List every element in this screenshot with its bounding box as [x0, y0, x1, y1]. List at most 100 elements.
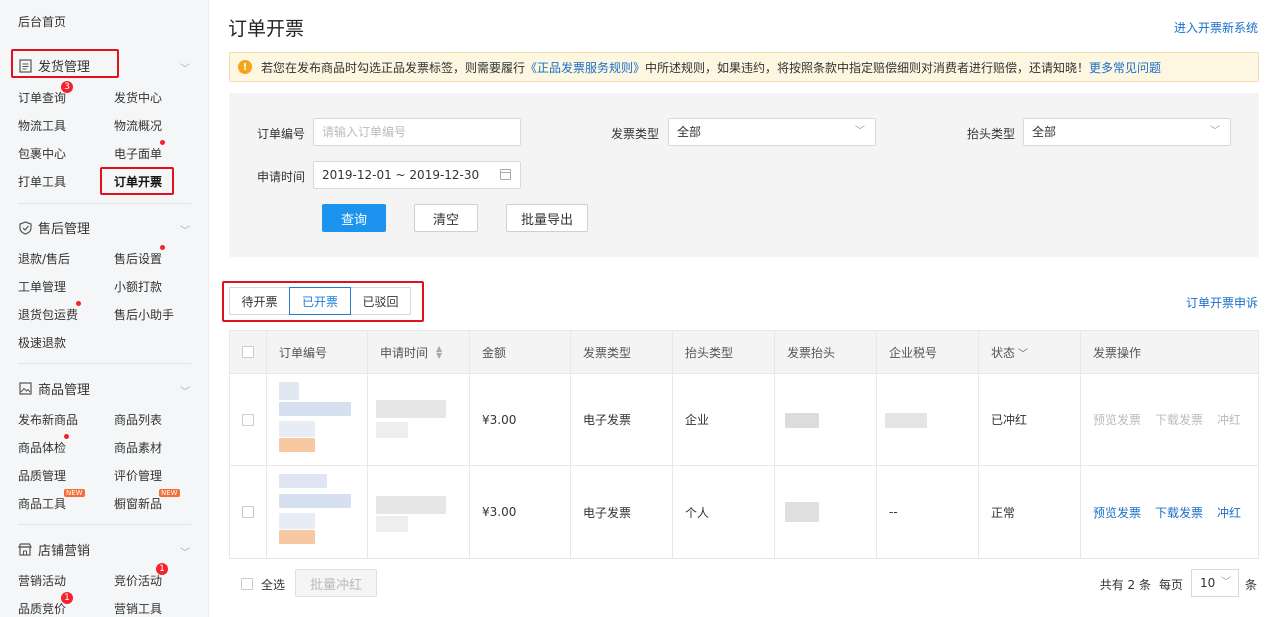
- notice-text: 若您在发布商品时勾选正品发票标签，则需要履行: [261, 60, 526, 75]
- invoice-type-value: 全部: [677, 125, 702, 139]
- column-header-sortable[interactable]: 申请时间 ▲ ▼: [368, 331, 470, 373]
- clear-button[interactable]: 清空: [414, 204, 478, 232]
- sidebar-item-work-orders[interactable]: 工单管理: [18, 278, 66, 295]
- invoice-type-cell: 电子发票: [571, 374, 673, 465]
- notification-dot: [160, 140, 165, 145]
- sort-icon: ▲ ▼: [436, 344, 443, 360]
- sidebar-item-order-query[interactable]: 订单查询: [18, 89, 66, 106]
- sidebar-item-package-center[interactable]: 包裹中心: [18, 145, 66, 162]
- invoice-type-select[interactable]: 全部 ﹀: [668, 118, 876, 146]
- blurred-text: [279, 494, 351, 508]
- sidebar-item-after-sales-settings[interactable]: 售后设置: [114, 250, 162, 267]
- new-invoice-system-link[interactable]: 进入开票新系统: [1174, 19, 1258, 36]
- sidebar-item-logistics-tools[interactable]: 物流工具: [18, 117, 66, 134]
- preview-invoice-link[interactable]: 预览发票: [1093, 504, 1141, 521]
- row-checkbox[interactable]: [242, 413, 254, 426]
- notification-badge: 1: [61, 592, 73, 604]
- order-no-input[interactable]: 请输入订单编号: [313, 118, 521, 146]
- sidebar-item-print-tools[interactable]: 打单工具: [18, 173, 66, 190]
- invoice-rule-link[interactable]: 《正品发票服务规则》: [525, 59, 645, 76]
- apply-time-value: 2019-12-01 ~ 2019-12-30: [322, 168, 480, 182]
- header-checkbox-cell: [230, 331, 267, 373]
- invoice-type-cell: 电子发票: [571, 466, 673, 558]
- order-no-cell: [267, 374, 368, 465]
- invoice-title-cell: [775, 466, 877, 558]
- sidebar-item-fast-refund[interactable]: 极速退款: [18, 334, 66, 351]
- batch-export-button[interactable]: 批量导出: [506, 204, 588, 232]
- sidebar-item-shipping-center[interactable]: 发货中心: [114, 89, 162, 106]
- sidebar-item-logistics-overview[interactable]: 物流概况: [114, 117, 162, 134]
- tax-no-cell: --: [877, 466, 979, 558]
- sidebar-item-e-waybill[interactable]: 电子面单: [114, 145, 162, 162]
- sidebar-section-products[interactable]: 商品管理: [18, 379, 90, 398]
- blurred-text: [279, 513, 315, 529]
- sidebar-item-product-list[interactable]: 商品列表: [114, 411, 162, 428]
- red-reverse-link[interactable]: 冲红: [1217, 504, 1241, 521]
- sidebar-item-marketing-activities[interactable]: 营销活动: [18, 572, 66, 589]
- blurred-text: [376, 422, 408, 438]
- shield-check-icon: [18, 220, 32, 235]
- download-invoice-link[interactable]: 下载发票: [1155, 504, 1203, 521]
- select-all-checkbox[interactable]: [242, 346, 254, 358]
- highlight-box: [11, 49, 119, 78]
- sidebar-item-product-tools[interactable]: 商品工具: [18, 495, 66, 512]
- sidebar-item-quality-bidding[interactable]: 品质竞价: [18, 600, 66, 617]
- tax-no-cell: [877, 374, 979, 465]
- batch-red-reverse-button[interactable]: 批量冲红: [295, 569, 377, 597]
- notification-badge: 3: [61, 81, 73, 93]
- row-checkbox[interactable]: [242, 506, 254, 518]
- title-type-select[interactable]: 全部 ﹀: [1023, 118, 1231, 146]
- sidebar-item-product-check[interactable]: 商品体检: [18, 439, 66, 456]
- amount-cell: ¥3.00: [470, 374, 571, 465]
- sidebar-item-after-sales-assistant[interactable]: 售后小助手: [114, 306, 174, 323]
- sidebar-section-after-sales[interactable]: 售后管理: [18, 218, 90, 237]
- divider: [18, 524, 191, 525]
- tab-issued[interactable]: 已开票: [289, 287, 351, 315]
- sidebar-section-title: 店铺营销: [38, 544, 91, 559]
- download-invoice-link[interactable]: 下载发票: [1155, 411, 1203, 428]
- sidebar-item-review-management[interactable]: 评价管理: [114, 467, 162, 484]
- notification-dot: [160, 245, 165, 250]
- sidebar-item-marketing-tools[interactable]: 营销工具: [114, 600, 162, 617]
- sidebar-section-marketing[interactable]: 店铺营销: [18, 540, 90, 559]
- preview-invoice-link[interactable]: 预览发票: [1093, 411, 1141, 428]
- column-header: 发票操作: [1093, 345, 1142, 360]
- apply-time-range-picker[interactable]: 2019-12-01 ~ 2019-12-30: [313, 161, 521, 189]
- sidebar-item-bidding-activities[interactable]: 竞价活动: [114, 572, 162, 589]
- chevron-down-icon[interactable]: ﹀: [180, 383, 190, 398]
- title-type-cell: 企业: [673, 374, 775, 465]
- chevron-down-icon[interactable]: ﹀: [180, 544, 190, 559]
- sidebar: 后台首页 发货管理 ﹀ 订单查询 3 发货中心 物流工具 物流概况 包裹中心 电…: [0, 0, 209, 617]
- sidebar-section-title: 售后管理: [38, 222, 91, 237]
- sidebar-item-publish-product[interactable]: 发布新商品: [18, 411, 78, 428]
- chevron-down-icon[interactable]: ﹀: [180, 60, 190, 75]
- chevron-down-icon[interactable]: ﹀: [180, 222, 190, 237]
- blurred-text: [279, 474, 327, 488]
- column-header: 抬头类型: [673, 331, 775, 373]
- column-header-label: 状态: [991, 345, 1016, 360]
- apply-time-label: 申请时间: [257, 170, 306, 184]
- sidebar-item-return-shipping[interactable]: 退货包运费: [18, 306, 78, 323]
- blurred-text: [279, 402, 351, 416]
- faq-link[interactable]: 更多常见问题: [1089, 59, 1161, 76]
- sidebar-item-product-materials[interactable]: 商品素材: [114, 439, 162, 456]
- red-reverse-link[interactable]: 冲红: [1217, 411, 1241, 428]
- shop-icon: [18, 543, 32, 557]
- blurred-text: [279, 530, 315, 544]
- invoice-appeal-link[interactable]: 订单开票申诉: [1186, 294, 1258, 311]
- blurred-text: [279, 438, 315, 452]
- status-filter-header[interactable]: 状态 ﹀: [979, 331, 1081, 373]
- order-no-label: 订单编号: [257, 127, 306, 141]
- table-footer: 全选 批量冲红 共有 2 条 每页 10 ﹀ 条: [229, 569, 1259, 599]
- blurred-text: [885, 413, 927, 428]
- notice-text: 中所述规则，如果违约，将按照条款中指定赔偿细则对消费者进行赔偿，还请知晓！: [645, 60, 1090, 75]
- select-all-checkbox[interactable]: [241, 578, 253, 590]
- query-button[interactable]: 查询: [322, 204, 386, 232]
- sidebar-item-quality-management[interactable]: 品质管理: [18, 467, 66, 484]
- page-size-select[interactable]: 10 ﹀: [1191, 569, 1239, 597]
- per-page-unit: 条: [1244, 578, 1257, 592]
- sidebar-home-link[interactable]: 后台首页: [18, 13, 66, 30]
- sidebar-item-small-payment[interactable]: 小额打款: [114, 278, 162, 295]
- sidebar-item-refund[interactable]: 退款/售后: [18, 250, 70, 267]
- sidebar-item-window-new[interactable]: 橱窗新品: [114, 495, 162, 512]
